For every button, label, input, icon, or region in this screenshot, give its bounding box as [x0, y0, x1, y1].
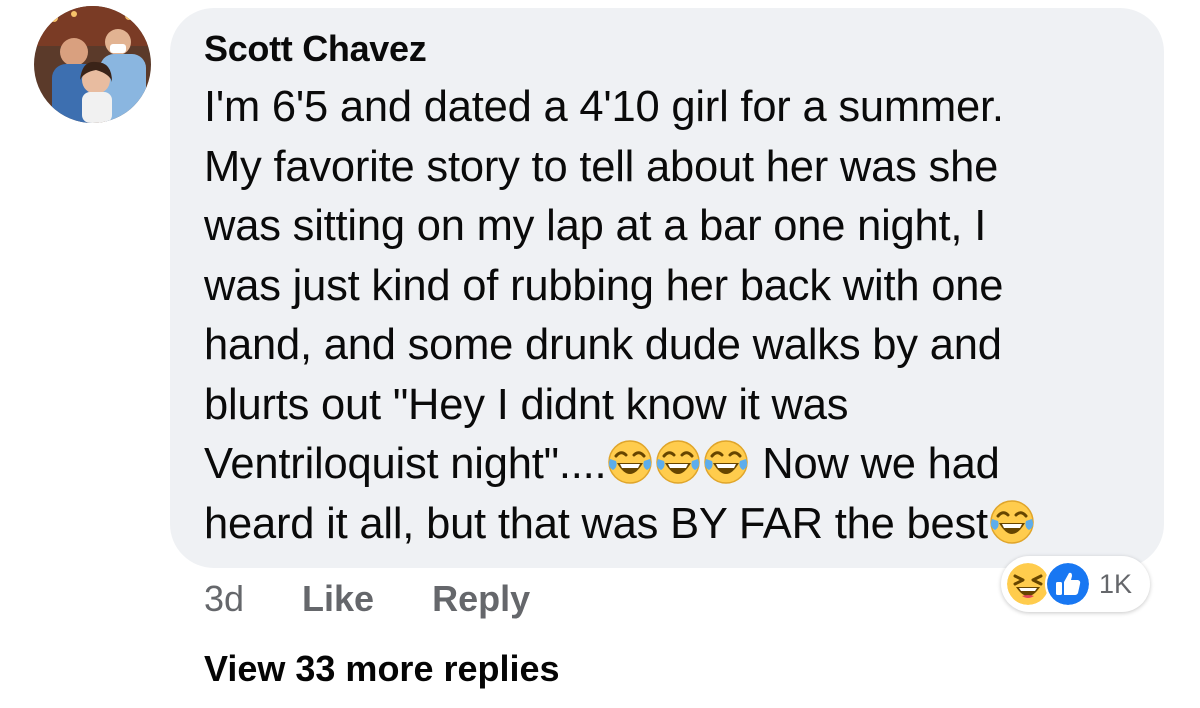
- face-with-tears-of-joy-icon: [703, 439, 749, 485]
- like-button[interactable]: Like: [302, 578, 374, 620]
- comment-text-line: blurts out "Hey I didnt know it was: [204, 380, 849, 429]
- face-with-tears-of-joy-icon: [655, 439, 701, 485]
- comment-text-line: My favorite story to tell about her was …: [204, 142, 999, 191]
- comment-text-line: heard it all, but that was BY FAR the be…: [204, 495, 1134, 555]
- face-with-tears-of-joy-icon: [607, 439, 653, 485]
- comment-text-segment: heard it all, but that was BY FAR the be…: [204, 499, 988, 548]
- comment-text-segment: Ventriloquist night"....: [204, 440, 607, 488]
- comment-text-line: hand, and some drunk dude walks by and: [204, 321, 1002, 369]
- comment-text-line: was just kind of rubbing her back with o…: [204, 261, 1004, 310]
- thumbs-up-icon: [1045, 561, 1091, 607]
- comment-author-name[interactable]: Scott Chavez: [204, 28, 427, 70]
- reply-button[interactable]: Reply: [432, 578, 530, 620]
- reactions-summary[interactable]: 1K: [1001, 556, 1151, 612]
- comment-text: I'm 6'5 and dated a 4'10 girl for a summ…: [204, 78, 1134, 554]
- comment-text-segment: Now we had: [750, 440, 1000, 488]
- comment-text-line: I'm 6'5 and dated a 4'10 girl for a summ…: [204, 83, 1004, 131]
- author-avatar[interactable]: [34, 6, 151, 123]
- comment-text-line: was sitting on my lap at a bar one night…: [204, 202, 987, 250]
- reaction-count: 1K: [1099, 568, 1133, 599]
- comment-actions: 3d Like Reply: [204, 574, 588, 624]
- face-with-tears-of-joy-icon: [989, 499, 1035, 545]
- comment-timestamp[interactable]: 3d: [204, 578, 244, 620]
- view-more-replies-link[interactable]: View 33 more replies: [204, 648, 560, 690]
- comment-text-line: Ventriloquist night".... Now we had: [204, 435, 1134, 495]
